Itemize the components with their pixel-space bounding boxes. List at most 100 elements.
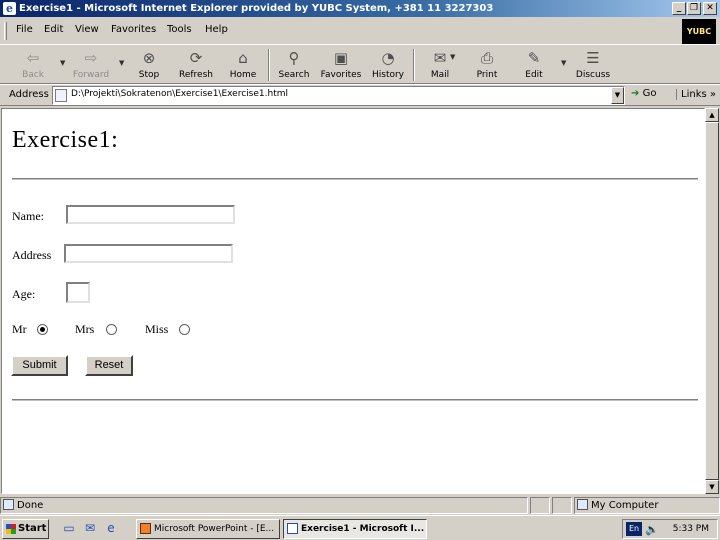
radio-mrs[interactable]: [106, 324, 117, 335]
page-icon: [55, 89, 67, 102]
scrollbar-thumb[interactable]: [705, 122, 719, 480]
windows-logo-icon: [6, 524, 16, 534]
internet-explorer-icon: [287, 523, 298, 534]
age-input[interactable]: [66, 282, 90, 303]
home-icon: ⌂: [238, 49, 248, 67]
status-bar: Done My Computer: [0, 496, 720, 515]
page-title: Exercise1:: [12, 127, 119, 153]
go-button[interactable]: ➔ Go: [631, 88, 656, 99]
refresh-button[interactable]: ⟳ Refresh: [173, 47, 219, 83]
start-button[interactable]: Start: [2, 519, 49, 539]
status-text-pane: Done: [0, 497, 528, 514]
search-button[interactable]: ⚲ Search: [271, 47, 317, 83]
search-icon: ⚲: [288, 49, 300, 67]
standard-toolbar: ⇦ Back ▼ ⇨ Forward ▼ ⊗ Stop ⟳ Refresh ⌂ …: [0, 44, 720, 84]
radio-miss[interactable]: [179, 324, 190, 335]
forward-dropdown-icon[interactable]: ▼: [119, 59, 124, 67]
links-button[interactable]: Links »: [676, 89, 716, 100]
system-tray: En 🔈 5:33 PM: [622, 519, 718, 539]
back-arrow-icon: ⇦: [26, 49, 40, 67]
printer-icon: ⎙: [480, 49, 493, 67]
forward-button[interactable]: ⇨ Forward: [68, 47, 114, 83]
edit-icon: ✎: [527, 49, 541, 67]
menu-file[interactable]: File: [16, 24, 33, 35]
window-title: Exercise1 - Microsoft Internet Explorer …: [19, 3, 494, 14]
radio-mr[interactable]: [37, 324, 48, 335]
submit-button[interactable]: Submit: [11, 355, 68, 376]
clock[interactable]: 5:33 PM: [673, 520, 709, 538]
toolbar-separator: [413, 49, 415, 81]
discuss-button[interactable]: ☰ Discuss: [570, 47, 616, 83]
horizontal-rule-bottom: [12, 399, 698, 401]
address-label: Address: [9, 89, 49, 100]
outlook-express-icon[interactable]: ✉: [83, 521, 97, 535]
address-value[interactable]: D:\Projekti\Sokratenon\Exercise1\Exercis…: [71, 89, 288, 99]
go-arrow-icon: ➔: [631, 88, 640, 99]
taskbar-internet-explorer[interactable]: Exercise1 - Microsoft I...: [283, 519, 427, 539]
edit-dropdown-icon[interactable]: ▼: [561, 59, 566, 67]
address-label: Address: [12, 248, 52, 262]
back-dropdown-icon[interactable]: ▼: [60, 59, 65, 67]
stop-icon: ⊗: [142, 49, 156, 67]
stop-button[interactable]: ⊗ Stop: [126, 47, 172, 83]
mail-button[interactable]: ✉ Mail: [417, 47, 463, 83]
radio-mrs-label: Mrs: [75, 322, 95, 336]
horizontal-rule-top: [12, 178, 698, 180]
language-indicator[interactable]: En: [626, 522, 642, 536]
home-button[interactable]: ⌂ Home: [220, 47, 266, 83]
status-pane-empty: [552, 497, 572, 514]
vertical-scrollbar[interactable]: ▲ ▼: [705, 108, 719, 494]
status-pane-empty: [530, 497, 550, 514]
taskbar-powerpoint[interactable]: Microsoft PowerPoint - [E...: [136, 519, 280, 539]
mail-dropdown-icon[interactable]: ▼: [450, 53, 455, 61]
favorites-button[interactable]: ▣ Favorites: [318, 47, 364, 83]
toolbar-separator: [268, 49, 270, 81]
address-dropdown-icon[interactable]: ▼: [611, 87, 624, 104]
powerpoint-icon: [140, 523, 151, 534]
radio-mr-label: Mr: [12, 322, 27, 336]
history-icon: ◔: [381, 49, 395, 67]
name-input[interactable]: [66, 205, 235, 224]
history-button[interactable]: ◔ History: [365, 47, 411, 83]
page-content: Exercise1: Name: Address Age: Mr Mrs Mis…: [1, 108, 705, 494]
window-title-bar[interactable]: e Exercise1 - Microsoft Internet Explore…: [0, 0, 720, 17]
menu-grip[interactable]: [4, 22, 7, 40]
reset-button[interactable]: Reset: [85, 355, 133, 376]
discuss-icon: ☰: [586, 49, 600, 67]
volume-icon[interactable]: 🔈: [645, 521, 659, 539]
status-text: Done: [17, 500, 44, 511]
forward-arrow-icon: ⇨: [84, 49, 98, 67]
page-done-icon: [3, 499, 14, 510]
close-button[interactable]: ✕: [703, 2, 717, 15]
security-zone-pane: My Computer: [574, 497, 720, 514]
print-button[interactable]: ⎙ Print: [464, 47, 510, 83]
name-label: Name:: [12, 209, 44, 223]
menu-edit[interactable]: Edit: [44, 24, 63, 35]
taskbar: Start ▭ ✉ e Microsoft PowerPoint - [E...…: [0, 515, 720, 540]
internet-explorer-icon: e: [3, 2, 16, 15]
my-computer-icon: [577, 499, 588, 510]
age-label: Age:: [12, 287, 36, 301]
show-desktop-icon[interactable]: ▭: [62, 521, 76, 535]
radio-miss-label: Miss: [145, 322, 169, 336]
back-button[interactable]: ⇦ Back: [10, 47, 56, 83]
address-bar: Address D:\Projekti\Sokratenon\Exercise1…: [0, 84, 720, 106]
menu-bar: File Edit View Favorites Tools Help: [0, 18, 680, 44]
favorites-folder-icon: ▣: [333, 49, 349, 67]
menu-favorites[interactable]: Favorites: [111, 24, 156, 35]
menu-help[interactable]: Help: [205, 24, 228, 35]
address-input-field[interactable]: [64, 244, 233, 263]
brand-logo: YUBC: [682, 19, 716, 44]
maximize-button[interactable]: ❐: [687, 2, 701, 15]
scroll-up-icon[interactable]: ▲: [705, 108, 719, 122]
menu-view[interactable]: View: [75, 24, 99, 35]
refresh-icon: ⟳: [189, 49, 203, 67]
edit-button[interactable]: ✎ Edit: [511, 47, 557, 83]
menu-tools[interactable]: Tools: [167, 24, 192, 35]
internet-explorer-quicklaunch-icon[interactable]: e: [104, 521, 118, 535]
scroll-down-icon[interactable]: ▼: [705, 480, 719, 494]
minimize-button[interactable]: _: [672, 2, 686, 15]
address-input[interactable]: D:\Projekti\Sokratenon\Exercise1\Exercis…: [52, 86, 625, 105]
mail-icon: ✉: [433, 49, 447, 67]
zone-text: My Computer: [591, 500, 659, 511]
